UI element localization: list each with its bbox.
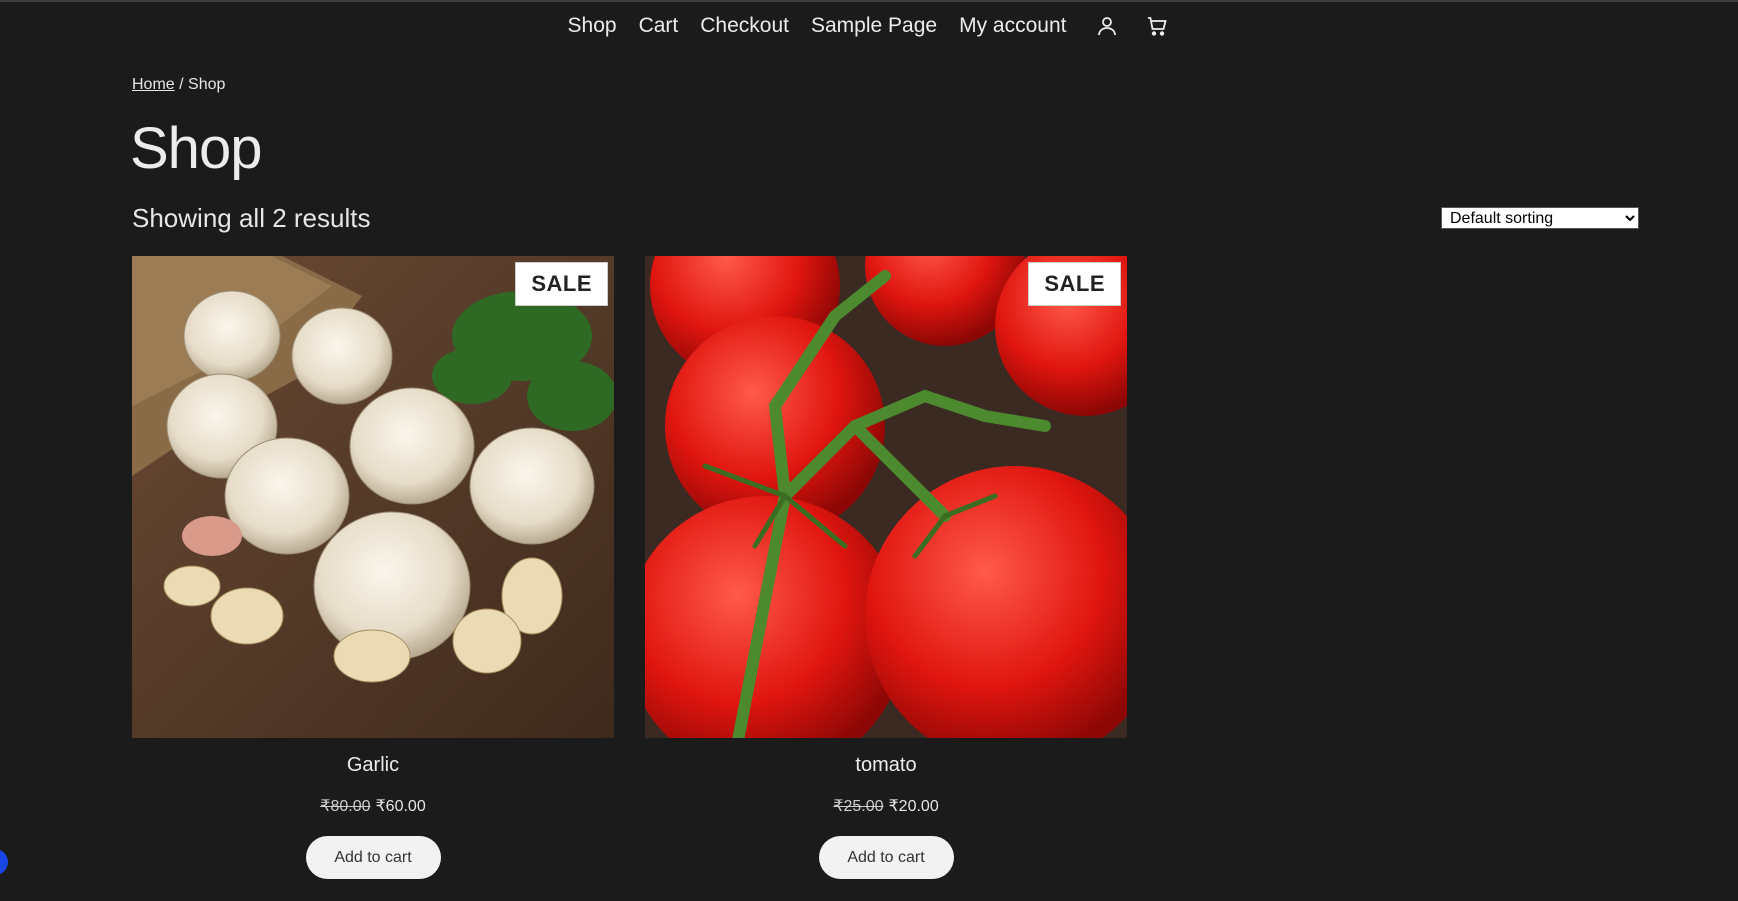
product-price: ₹25.00 ₹20.00 xyxy=(833,796,938,818)
sale-price: ₹60.00 xyxy=(375,798,426,815)
product-card: SALE tomato ₹25.00 ₹20.00 Add to cart xyxy=(645,256,1127,879)
result-count: Showing all 2 results xyxy=(132,203,371,233)
product-title[interactable]: Garlic xyxy=(347,754,399,780)
nav-item-cart[interactable]: Cart xyxy=(639,14,679,38)
nav-item-my-account[interactable]: My account xyxy=(959,14,1066,38)
breadcrumb-separator: / xyxy=(174,76,189,93)
breadcrumb: Home / Shop xyxy=(132,76,225,94)
sale-badge: SALE xyxy=(515,262,608,306)
product-image-garlic[interactable]: SALE xyxy=(132,256,614,738)
product-price: ₹80.00 ₹60.00 xyxy=(320,796,425,818)
sale-badge: SALE xyxy=(1028,262,1121,306)
page-title: Shop xyxy=(130,116,262,181)
add-to-cart-button[interactable]: Add to cart xyxy=(305,836,441,879)
sorting-select[interactable]: Default sorting xyxy=(1441,207,1639,229)
top-border xyxy=(0,0,1738,2)
nav-item-checkout[interactable]: Checkout xyxy=(700,14,789,38)
original-price: ₹80.00 xyxy=(320,798,371,815)
main-navigation: Shop Cart Checkout Sample Page My accoun… xyxy=(0,13,1738,39)
cart-icon[interactable] xyxy=(1144,13,1170,39)
add-to-cart-button[interactable]: Add to cart xyxy=(818,836,954,879)
nav-icons xyxy=(1094,13,1170,39)
nav-item-shop[interactable]: Shop xyxy=(568,14,617,38)
product-grid: SALE Garlic ₹80.00 ₹60.00 Add to cart SA… xyxy=(132,256,1127,879)
floating-widget-button[interactable] xyxy=(0,849,8,875)
original-price: ₹25.00 xyxy=(833,798,884,815)
product-image-tomato[interactable]: SALE xyxy=(645,256,1127,738)
sale-price: ₹20.00 xyxy=(888,798,939,815)
breadcrumb-current: Shop xyxy=(188,76,226,93)
user-icon[interactable] xyxy=(1094,13,1120,39)
nav-item-sample-page[interactable]: Sample Page xyxy=(811,14,937,38)
breadcrumb-home-link[interactable]: Home xyxy=(132,76,175,93)
product-card: SALE Garlic ₹80.00 ₹60.00 Add to cart xyxy=(132,256,614,879)
product-title[interactable]: tomato xyxy=(855,754,916,780)
